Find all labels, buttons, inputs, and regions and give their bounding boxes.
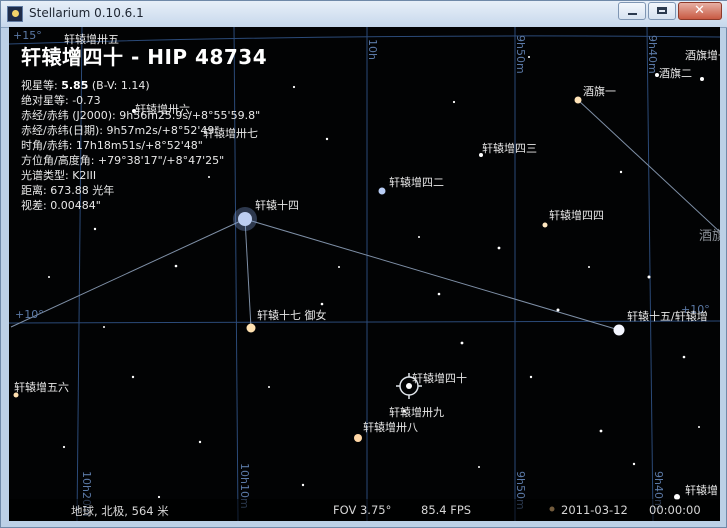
star-zeng-38[interactable] <box>354 434 362 442</box>
star-label[interactable]: 轩辕十五/轩辕增 <box>627 308 708 324</box>
magnitude-value: 5.85 <box>61 79 89 92</box>
dec-line-10 <box>9 320 720 324</box>
star-xuanyuan-17[interactable] <box>246 323 256 333</box>
object-name: 轩辕增四十 - HIP 48734 <box>21 45 268 69</box>
minimize-button[interactable] <box>618 2 646 20</box>
constellation-line <box>10 218 246 328</box>
abs-magnitude: 绝对星等: -0.73 <box>21 94 101 107</box>
hour-angle: 时角/赤纬: 17h18m51s/+8°52'48" <box>21 139 203 152</box>
star-label[interactable]: 轩辕十七 御女 <box>257 307 327 323</box>
magnitude-line: 视星等: 5.85 (B-V: 1.14) <box>21 78 267 93</box>
star-label[interactable]: 轩辕增四四 <box>549 207 604 223</box>
star-label[interactable]: 轩辕增四十 <box>412 370 467 386</box>
status-date: 2011-03-12 <box>561 503 628 517</box>
title-bar[interactable]: Stellarium 0.10.6.1 <box>1 1 727 28</box>
constellation-name: 酒旗 <box>699 229 720 244</box>
magnitude-label: 视星等: <box>21 79 58 92</box>
grid-label-ra-9h40m-top: 9h40m <box>646 35 659 74</box>
radec-date: 赤经/赤纬(日期): 9h57m2s/+8°52'49" <box>21 124 220 137</box>
star-label[interactable]: 轩辕增 <box>685 482 718 498</box>
stellarium-app-icon <box>7 6 23 22</box>
grid-label-dec-10-left: +10° <box>15 308 44 321</box>
star-label[interactable]: 轩辕增卅九 <box>389 404 444 420</box>
window-controls <box>618 2 722 20</box>
close-button[interactable] <box>678 2 722 20</box>
window-title: Stellarium 0.10.6.1 <box>29 6 144 20</box>
grid-label-ra-9h50m-top: 9h50m <box>514 35 527 74</box>
constellation-line <box>244 218 252 329</box>
grid-label-ra-10h: 10h <box>366 39 379 60</box>
star-label[interactable]: 酒旗一 <box>583 83 616 99</box>
star-label[interactable]: 酒旗增一 <box>685 47 720 63</box>
stellarium-window: Stellarium 0.10.6.1 ✕ +15° +10° +10° 10h… <box>0 0 727 528</box>
status-time: 00:00:00 <box>649 503 701 517</box>
star-label[interactable]: 酒旗二 <box>659 65 692 81</box>
parallax: 视差: 0.00484" <box>21 199 101 212</box>
status-fov: FOV 3.75° <box>333 503 392 517</box>
status-bar: 地球, 北极, 564 米 FOV 3.75° 85.4 FPS 2011-03… <box>9 499 720 521</box>
bv-index: (B-V: 1.14) <box>91 79 150 92</box>
star-label[interactable]: 轩辕增五六 <box>14 379 69 395</box>
object-info-panel: 轩辕增四十 - HIP 48734 视星等: 5.85 (B-V: 1.14) … <box>21 41 267 213</box>
star-zeng-42[interactable] <box>378 187 386 195</box>
radec-j2000: 赤经/赤纬 (J2000): 9h56m25.9s/+8°55'59.8" <box>21 109 261 122</box>
ra-line-9h40m <box>646 27 654 521</box>
status-location: 地球, 北极, 564 米 <box>71 504 169 518</box>
star-jiuqi-1[interactable] <box>574 96 582 104</box>
sky-view[interactable]: +15° +10° +10° 10h 9h50m 9h40m 10h10m 10… <box>9 27 720 521</box>
star-label[interactable]: 轩辕增四三 <box>482 140 537 156</box>
azimuth-altitude: 方位角/高度角: +79°38'17"/+8°47'25" <box>21 154 225 167</box>
star-label[interactable]: 轩辕增四二 <box>389 174 444 190</box>
spectral-type: 光谱类型: K2III <box>21 169 97 182</box>
star-zeng-44[interactable] <box>542 222 548 228</box>
distance: 距离: 673.88 光年 <box>21 184 115 197</box>
status-fps: 85.4 FPS <box>421 503 472 517</box>
star-xuanyuan-15[interactable] <box>613 324 625 336</box>
maximize-button[interactable] <box>648 2 676 20</box>
star-label[interactable]: 轩辕增卅八 <box>363 419 418 435</box>
